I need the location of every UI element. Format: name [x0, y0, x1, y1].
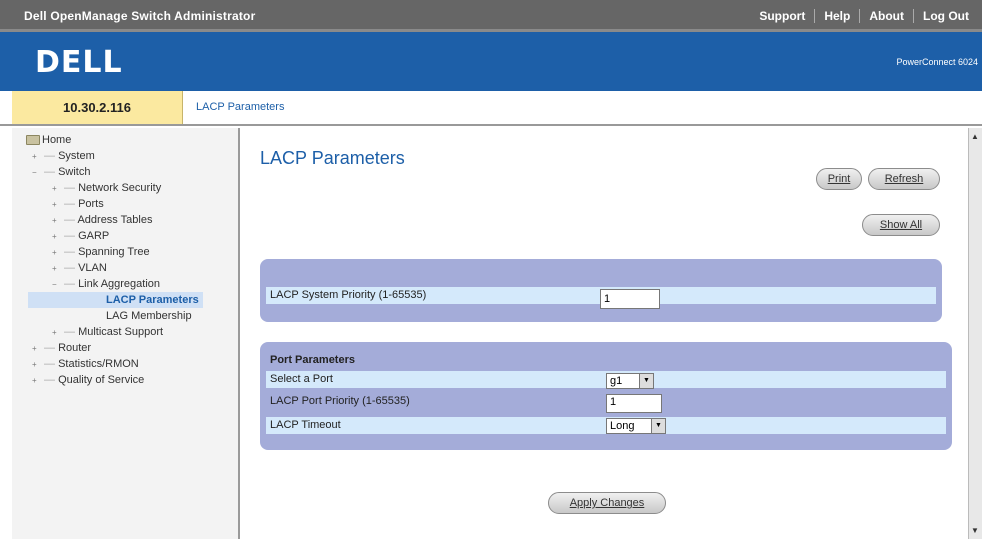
- vertical-scrollbar[interactable]: ▲ ▼: [968, 128, 982, 539]
- tree-item-lacp-parameters[interactable]: LACP Parameters: [28, 292, 203, 308]
- port-priority-label: LACP Port Priority (1-65535): [270, 395, 410, 407]
- tree-item-statistics-rmon[interactable]: + — Statistics/RMON: [32, 356, 139, 372]
- dropdown-arrow-icon: ▼: [651, 419, 665, 433]
- tree-item-garp[interactable]: + — GARP: [52, 228, 109, 244]
- lacp-timeout-dropdown[interactable]: Long ▼: [606, 418, 666, 434]
- port-parameters-title: Port Parameters: [270, 354, 355, 366]
- folder-icon: [26, 135, 40, 146]
- expand-icon[interactable]: +: [52, 229, 64, 245]
- tree-item-system[interactable]: + — System: [32, 148, 95, 164]
- expand-icon[interactable]: +: [52, 197, 64, 213]
- port-parameters-panel: Port Parameters Select a Port g1 ▼ LACP …: [260, 342, 952, 450]
- collapse-icon[interactable]: −: [32, 165, 44, 181]
- expand-icon[interactable]: +: [52, 261, 64, 277]
- support-link[interactable]: Support: [750, 9, 814, 23]
- expand-icon[interactable]: +: [32, 341, 44, 357]
- tree-item-network-security[interactable]: + — Network Security: [52, 180, 161, 196]
- expand-icon[interactable]: +: [32, 149, 44, 165]
- top-links: Support Help About Log Out: [750, 9, 978, 23]
- brand-bar: DELL PowerConnect 6024: [0, 32, 982, 91]
- tree-item-quality-of-service[interactable]: + — Quality of Service: [32, 372, 144, 388]
- port-priority-input[interactable]: 1: [606, 394, 662, 413]
- navigation-tree: Home + — System − — Switch + — Network Secu…: [12, 128, 240, 539]
- select-port-label: Select a Port: [270, 373, 333, 385]
- tree-item-address-tables[interactable]: + — Address Tables: [52, 212, 152, 228]
- tree-item-router[interactable]: + — Router: [32, 340, 91, 356]
- logout-link[interactable]: Log Out: [913, 9, 978, 23]
- top-bar: Dell OpenManage Switch Administrator Sup…: [0, 0, 982, 32]
- tree-item-home[interactable]: Home: [26, 132, 71, 148]
- page-title: LACP Parameters: [260, 148, 405, 168]
- dropdown-arrow-icon: ▼: [639, 374, 653, 388]
- expand-icon[interactable]: +: [32, 373, 44, 389]
- lacp-timeout-label: LACP Timeout: [270, 419, 341, 431]
- expand-icon[interactable]: +: [32, 357, 44, 373]
- tree-item-link-aggregation[interactable]: − — Link Aggregation: [52, 276, 160, 292]
- select-port-dropdown[interactable]: g1 ▼: [606, 373, 654, 389]
- tree-item-lag-membership[interactable]: LAG Membership: [106, 308, 192, 324]
- scroll-up-icon[interactable]: ▲: [971, 132, 979, 141]
- show-all-button[interactable]: Show All: [862, 214, 940, 236]
- breadcrumb: LACP Parameters: [196, 101, 285, 113]
- expand-icon[interactable]: +: [52, 213, 64, 229]
- expand-icon[interactable]: +: [52, 181, 64, 197]
- tree-item-vlan[interactable]: + — VLAN: [52, 260, 107, 276]
- scroll-down-icon[interactable]: ▼: [971, 526, 979, 535]
- help-link[interactable]: Help: [814, 9, 859, 23]
- product-name: PowerConnect 6024: [896, 57, 978, 67]
- tree-item-spanning-tree[interactable]: + — Spanning Tree: [52, 244, 150, 260]
- system-priority-panel: LACP System Priority (1-65535) 1: [260, 259, 942, 322]
- system-priority-label: LACP System Priority (1-65535): [270, 289, 427, 301]
- print-button[interactable]: Print: [816, 168, 862, 190]
- refresh-button[interactable]: Refresh: [868, 168, 940, 190]
- content-pane: LACP Parameters Print Refresh Show All L…: [242, 128, 968, 539]
- system-priority-input[interactable]: 1: [600, 289, 660, 309]
- expand-icon[interactable]: +: [52, 245, 64, 261]
- tree-item-multicast-support[interactable]: + — Multicast Support: [52, 324, 163, 340]
- dell-logo: DELL: [35, 45, 123, 80]
- device-ip: 10.30.2.116: [12, 91, 183, 124]
- apply-changes-button[interactable]: Apply Changes: [548, 492, 666, 514]
- collapse-icon[interactable]: −: [52, 277, 64, 293]
- tree-item-ports[interactable]: + — Ports: [52, 196, 104, 212]
- about-link[interactable]: About: [859, 9, 913, 23]
- address-bar: 10.30.2.116 LACP Parameters: [0, 91, 982, 126]
- tree-item-switch[interactable]: − — Switch: [32, 164, 90, 180]
- app-title: Dell OpenManage Switch Administrator: [24, 9, 256, 23]
- expand-icon[interactable]: +: [52, 325, 64, 341]
